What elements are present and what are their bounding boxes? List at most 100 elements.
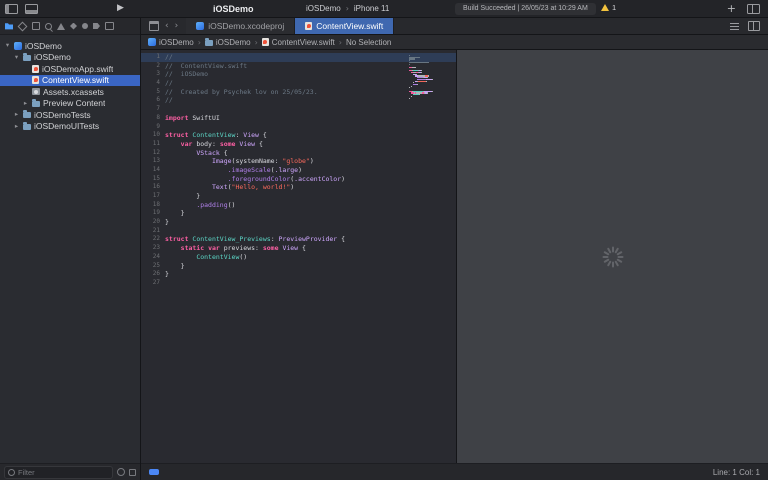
breadcrumb-item-no-selection[interactable]: No Selection <box>346 38 391 47</box>
line-text: Image(systemName: "globe") <box>211 157 314 166</box>
code-line[interactable]: 12 VStack { <box>141 149 456 158</box>
reports-icon[interactable] <box>105 22 114 30</box>
line-number: 20 <box>152 218 160 226</box>
editor-content: 1 // 2 // ContentView.swift 3 // iOSDemo 4 // 5 /… <box>141 50 768 463</box>
code-line[interactable]: 10 struct ContentView: View { <box>141 131 456 140</box>
adjust-editor-options-icon[interactable] <box>730 22 739 30</box>
toggle-debug-area-icon[interactable] <box>25 3 38 14</box>
assets-icon <box>32 88 40 96</box>
disclosure-icon[interactable]: ▸ <box>22 99 29 107</box>
disclosure-icon[interactable]: ▾ <box>4 42 11 49</box>
tab-strip: iOSDemo.xcodeproj ContentView.swift <box>186 18 395 34</box>
sidebar-item-assets-xcassets[interactable]: Assets.xcassets <box>0 86 140 98</box>
code-line[interactable]: 19 } <box>141 209 456 218</box>
toolbar-right-group: + <box>727 0 760 17</box>
sidebar-item-iosdemo[interactable]: ▾ iOSDemo <box>0 40 140 52</box>
code-line[interactable]: 21 <box>141 227 456 236</box>
breakpoints-icon[interactable] <box>93 23 100 29</box>
chevron-icon: › <box>254 37 258 47</box>
line-number: 14 <box>152 165 160 173</box>
library-add-icon[interactable]: + <box>727 3 736 14</box>
line-number: 16 <box>152 183 160 191</box>
code-line[interactable]: 24 ContentView() <box>141 253 456 262</box>
breadcrumb-label: iOSDemo <box>215 37 251 47</box>
code-line[interactable]: 26} <box>141 270 456 279</box>
scheme-selector[interactable]: iOSDemo › iPhone 11 <box>306 4 389 13</box>
code-line[interactable]: 15 .foregroundColor(.accentColor) <box>141 175 456 184</box>
run-button[interactable]: ▶ <box>117 3 124 14</box>
line-number: 18 <box>152 200 160 208</box>
tab-contentview-swift[interactable]: ContentView.swift <box>295 18 395 34</box>
code-line[interactable]: 7 <box>141 105 456 114</box>
tab-bar-right-icons <box>722 18 768 34</box>
sidebar-item-contentview-swift[interactable]: ContentView.swift <box>0 74 140 86</box>
toggle-navigator-icon[interactable] <box>5 3 18 14</box>
tests-icon[interactable] <box>70 22 77 30</box>
go-forward-icon[interactable]: › <box>175 21 179 31</box>
line-text: } <box>165 270 169 279</box>
sidebar-item-iosdemoapp-swift[interactable]: iOSDemoApp.swift <box>0 63 140 75</box>
recents-filter-icon[interactable] <box>117 468 125 476</box>
code-editor[interactable]: 1 // 2 // ContentView.swift 3 // iOSDemo 4 // 5 /… <box>141 50 457 463</box>
go-back-icon[interactable]: ‹ <box>165 21 169 31</box>
code-line[interactable]: 27 <box>141 279 456 288</box>
debug-icon[interactable] <box>82 23 88 29</box>
sidebar-item-label: iOSDemoUITests <box>34 121 100 132</box>
warning-indicator[interactable]: 1 <box>601 3 616 12</box>
code-line[interactable]: 9 <box>141 123 456 132</box>
symbols-icon[interactable] <box>32 22 40 30</box>
line-number: 11 <box>152 139 160 147</box>
code-line[interactable]: 11 var body: some View { <box>141 140 456 149</box>
code-line[interactable]: 20} <box>141 218 456 227</box>
issues-icon[interactable] <box>57 22 65 30</box>
line-text: struct ContentView: View { <box>165 131 267 140</box>
breadcrumb-label: No Selection <box>345 37 392 47</box>
code-line[interactable]: 16 Text("Hello, world!") <box>141 183 456 192</box>
tab-bar: ‹ › iOSDemo.xcodeproj ContentView.swift <box>141 18 768 35</box>
minimap[interactable] <box>409 55 443 101</box>
folder-icon <box>23 52 31 61</box>
add-editor-icon[interactable] <box>748 21 760 31</box>
code-line[interactable]: 17 } <box>141 192 456 201</box>
sidebar-item-label: Assets.xcassets <box>43 86 104 97</box>
breadcrumb-label: ContentView.swift <box>271 37 335 47</box>
breadcrumb-item-iosdemo[interactable]: iOSDemo <box>148 38 194 47</box>
tab-bar-left-icons: ‹ › <box>141 18 186 34</box>
line-number: 12 <box>152 148 160 156</box>
editor-indicator-icon[interactable] <box>149 469 159 475</box>
disclosure-icon[interactable]: ▸ <box>13 111 20 118</box>
line-number: 6 <box>156 96 160 104</box>
tab-iosdemo-xcodeproj[interactable]: iOSDemo.xcodeproj <box>186 18 296 34</box>
source-control-filter-icon[interactable] <box>129 468 136 476</box>
sidebar-item-preview-content[interactable]: ▸ Preview Content <box>0 98 140 110</box>
activity-view[interactable]: Build Succeeded | 26/05/23 at 10:29 AM <box>455 2 596 15</box>
toolbar: ▶ iOSDemo iOSDemo › iPhone 11 Build Succ… <box>0 0 768 18</box>
filter-input[interactable]: Filter <box>4 465 113 479</box>
code-line[interactable]: 13 Image(systemName: "globe") <box>141 157 456 166</box>
sidebar-item-iosdemo[interactable]: ▾ iOSDemo <box>0 52 140 64</box>
sidebar-item-iosdemotests[interactable]: ▸ iOSDemoTests <box>0 109 140 121</box>
related-items-icon[interactable] <box>149 21 159 31</box>
breadcrumb-item-iosdemo[interactable]: iOSDemo <box>204 37 251 47</box>
folder-icon <box>204 37 213 46</box>
sidebar-item-iosdemouitests[interactable]: ▸ iOSDemoUITests <box>0 121 140 133</box>
code-line[interactable]: 18 .padding() <box>141 201 456 210</box>
code-line[interactable]: 22 struct ContentView_Previews: PreviewPr… <box>141 235 456 244</box>
preview-canvas <box>457 50 768 463</box>
disclosure-icon[interactable]: ▾ <box>13 53 20 61</box>
code-line[interactable]: 23 static var previews: some View { <box>141 244 456 253</box>
search-icon[interactable] <box>45 22 52 30</box>
line-text: .imageScale(.large) <box>227 165 302 174</box>
line-text: } <box>165 261 185 270</box>
source-control-icon[interactable] <box>17 21 28 31</box>
project-navigator-icon[interactable] <box>5 23 13 30</box>
line-number: 9 <box>156 122 160 130</box>
disclosure-icon[interactable]: ▸ <box>13 122 20 130</box>
code-line[interactable]: 14 .imageScale(.large) <box>141 166 456 175</box>
code-line[interactable]: 8 import SwiftUI <box>141 114 456 123</box>
line-text: .padding() <box>196 200 236 209</box>
line-number: 25 <box>152 261 160 269</box>
code-line[interactable]: 25 } <box>141 262 456 271</box>
breadcrumb-item-contentview-swift[interactable]: ContentView.swift <box>261 37 335 47</box>
editor-layout-icon[interactable] <box>747 3 760 14</box>
